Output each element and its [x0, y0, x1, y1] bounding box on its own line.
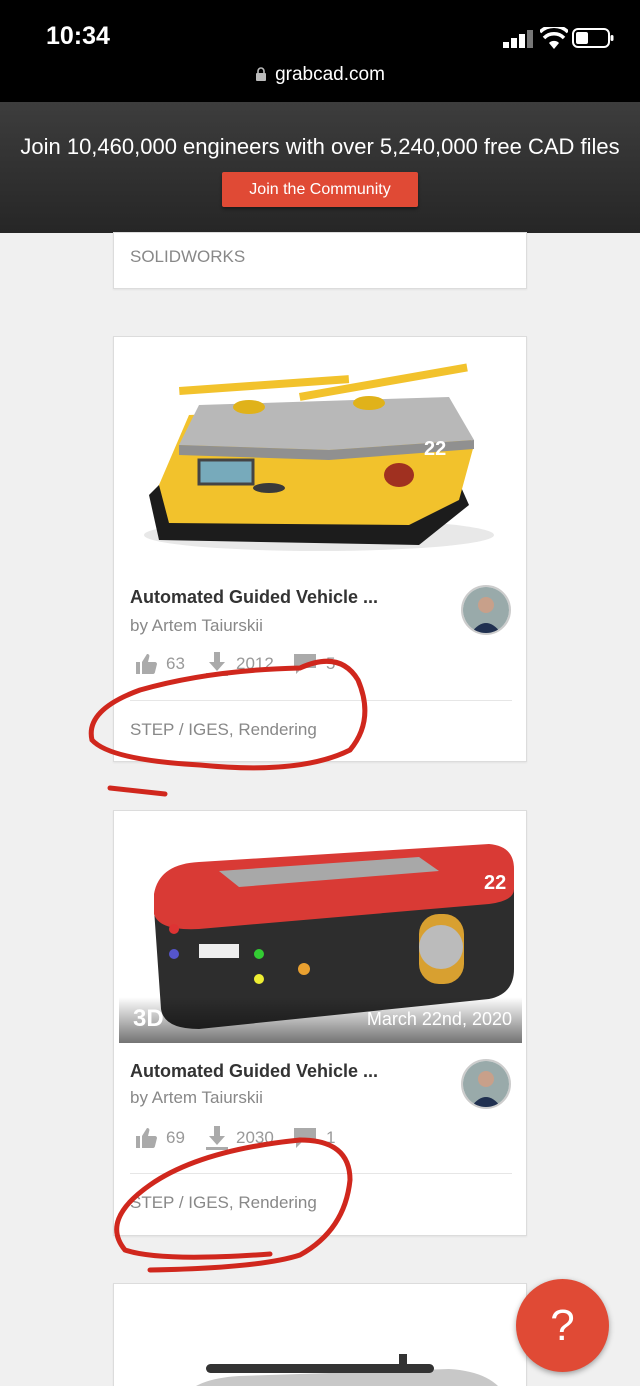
address-bar[interactable]: grabcad.com [0, 64, 640, 86]
help-icon: ? [550, 1301, 575, 1350]
model-card[interactable]: 22 Automated Guided Vehicle ... by Artem… [113, 336, 527, 762]
comments-stat[interactable]: 1 [292, 1126, 335, 1150]
thumbnail-caption: 3D March 22nd, 2020 [119, 997, 522, 1043]
signal-icon [503, 30, 533, 48]
comment-icon [294, 1128, 316, 1148]
clock: 10:34 [46, 22, 110, 50]
help-button[interactable]: ? [516, 1279, 609, 1372]
avatar[interactable] [461, 1059, 511, 1109]
card-tags[interactable]: STEP / IGES, Rendering [130, 1193, 317, 1213]
badge-3d: 3D [133, 1005, 164, 1032]
status-bar: 10:34 grabcad.com [0, 0, 640, 102]
likes-stat[interactable]: 69 [134, 1126, 185, 1150]
like-icon [136, 654, 157, 674]
home-indicator[interactable] [206, 1364, 434, 1373]
comments-stat[interactable]: 5 [292, 652, 335, 676]
download-icon [206, 1126, 228, 1150]
card-author[interactable]: by Artem Taiurskii [130, 1088, 263, 1108]
divider [130, 1173, 512, 1174]
likes-stat[interactable]: 63 [134, 652, 185, 676]
like-icon [136, 1128, 157, 1148]
join-community-button[interactable]: Join the Community [222, 172, 418, 207]
card-tags[interactable]: SOLIDWORKS [130, 247, 245, 267]
model-card[interactable]: 22 3D March 22nd, 2020 Automated Guided … [113, 810, 527, 1236]
svg-text:22: 22 [484, 872, 506, 894]
card-stats: 63 2012 5 [134, 652, 514, 680]
downloads-stat: 2012 [206, 652, 274, 676]
comment-icon [294, 654, 316, 674]
comments-count: 5 [326, 654, 336, 673]
likes-count: 63 [166, 654, 185, 673]
download-icon [206, 652, 228, 676]
svg-text:22: 22 [424, 438, 446, 460]
card-title[interactable]: Automated Guided Vehicle ... [130, 587, 378, 608]
upload-date: March 22nd, 2020 [366, 1009, 512, 1029]
battery-icon [572, 28, 614, 48]
downloads-count: 2012 [236, 654, 274, 673]
card-author[interactable]: by Artem Taiurskii [130, 616, 263, 636]
join-banner: Join 10,460,000 engineers with over 5,24… [0, 102, 640, 233]
wifi-icon [540, 27, 568, 49]
url-text: grabcad.com [275, 64, 385, 85]
card-stats: 69 2030 1 [134, 1126, 514, 1154]
comments-count: 1 [326, 1128, 336, 1147]
downloads-stat: 2030 [206, 1126, 274, 1150]
likes-count: 69 [166, 1128, 185, 1147]
avatar[interactable] [461, 585, 511, 635]
lock-icon [256, 67, 267, 81]
model-card[interactable]: SOLIDWORKS [113, 232, 527, 289]
card-title[interactable]: Automated Guided Vehicle ... [130, 1061, 378, 1082]
card-tags[interactable]: STEP / IGES, Rendering [130, 720, 317, 740]
downloads-count: 2030 [236, 1128, 274, 1147]
banner-text: Join 10,460,000 engineers with over 5,24… [20, 134, 620, 159]
divider [130, 700, 512, 701]
model-thumbnail[interactable]: 22 [119, 345, 522, 567]
